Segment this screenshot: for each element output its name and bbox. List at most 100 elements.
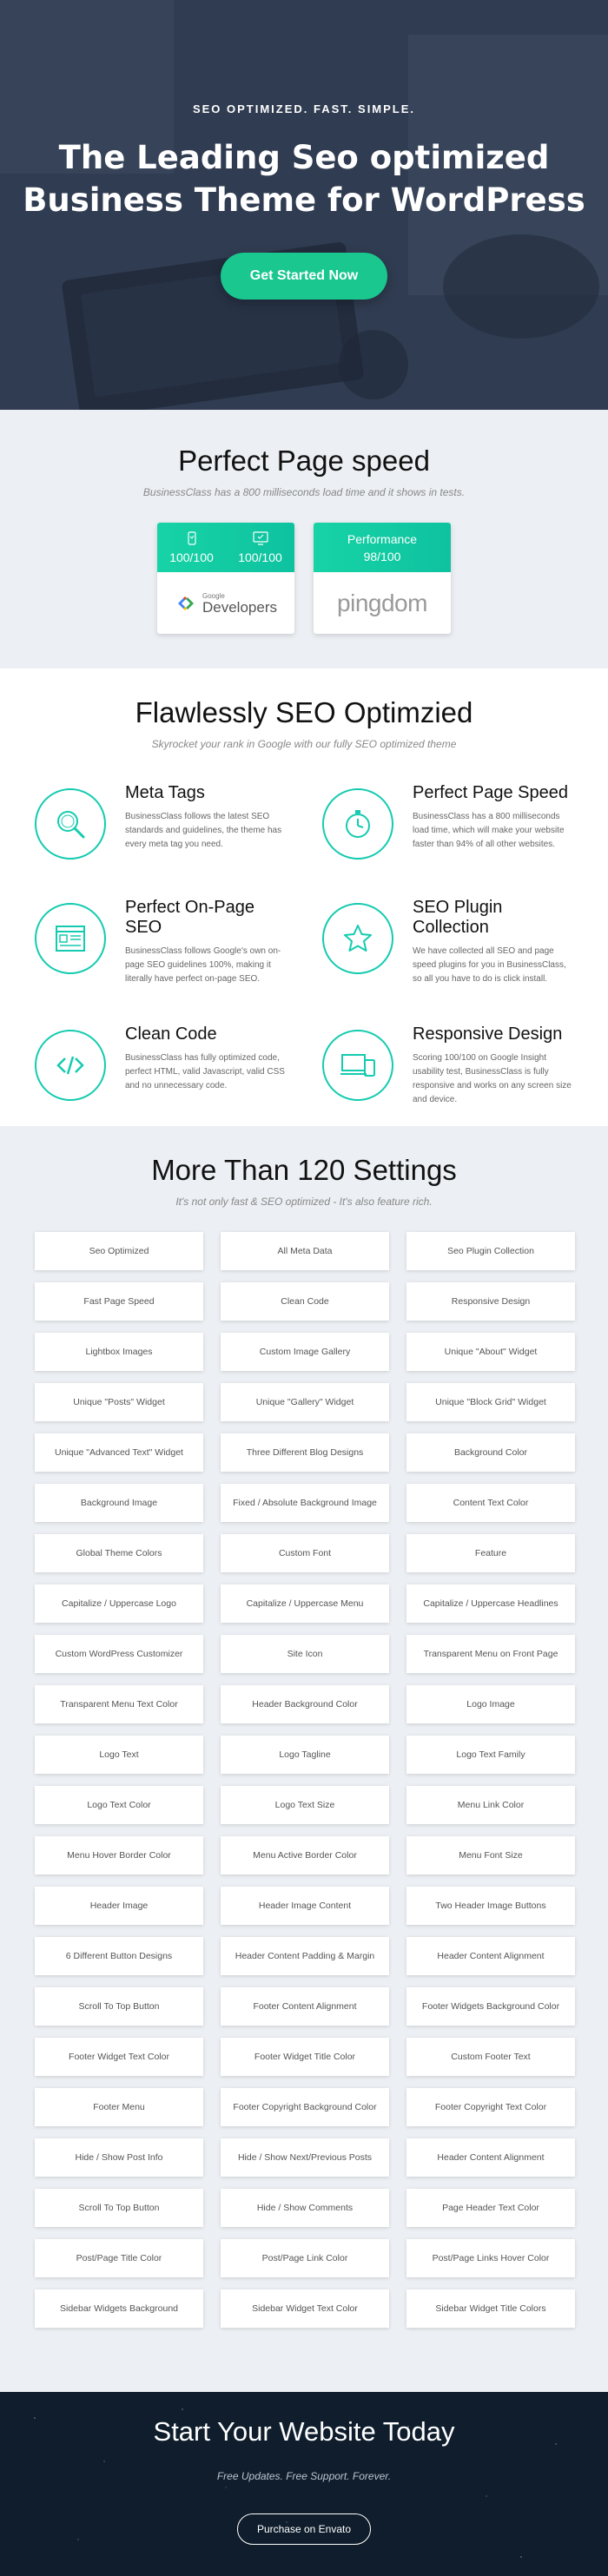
setting-item: Unique "Posts" Widget xyxy=(35,1383,203,1421)
settings-section: More Than 120 Settings It's not only fas… xyxy=(0,1126,608,2392)
search-icon xyxy=(35,788,106,860)
mobile-phone-icon xyxy=(187,530,196,549)
setting-item: Clean Code xyxy=(221,1282,389,1321)
setting-item: Fixed / Absolute Background Image xyxy=(221,1484,389,1522)
setting-item: Footer Content Alignment xyxy=(221,1987,389,2026)
mobile-score: 100/100 xyxy=(157,530,226,564)
setting-item: Post/Page Links Hover Color xyxy=(406,2239,575,2277)
page-speed-title: Perfect Page speed xyxy=(178,445,430,477)
setting-item: Site Icon xyxy=(221,1635,389,1673)
setting-item: Footer Widget Title Color xyxy=(221,2038,389,2076)
setting-item: Unique "Gallery" Widget xyxy=(221,1383,389,1421)
settings-title: More Than 120 Settings xyxy=(151,1154,457,1186)
setting-item: Custom Footer Text xyxy=(406,2038,575,2076)
google-developers-icon xyxy=(178,596,194,610)
setting-item: Footer Widgets Background Color xyxy=(406,1987,575,2026)
hero-eyebrow: SEO OPTIMIZED. FAST. SIMPLE. xyxy=(192,102,416,115)
feature-title: Clean Code xyxy=(125,1024,217,1044)
setting-item: Menu Font Size xyxy=(406,1836,575,1874)
setting-item: Responsive Design xyxy=(406,1282,575,1321)
setting-item: Logo Text Color xyxy=(35,1786,203,1824)
code-icon xyxy=(35,1030,106,1101)
setting-item: Transparent Menu Text Color xyxy=(35,1685,203,1723)
start-title: Start Your Website Today xyxy=(153,2416,455,2447)
setting-item: Header Image Content xyxy=(221,1887,389,1925)
setting-item: Footer Copyright Background Color xyxy=(221,2088,389,2126)
setting-item: Menu Hover Border Color xyxy=(35,1836,203,1874)
setting-item: Scroll To Top Button xyxy=(35,2189,203,2227)
setting-item: All Meta Data xyxy=(221,1232,389,1270)
start-website-section: Start Your Website Today Free Updates. F… xyxy=(0,2392,608,2576)
setting-item: Custom Font xyxy=(221,1534,389,1572)
setting-item: Header Content Padding & Margin xyxy=(221,1937,389,1975)
setting-item: Logo Text Size xyxy=(221,1786,389,1824)
setting-item: Sidebar Widgets Background xyxy=(35,2289,203,2328)
setting-item: Global Theme Colors xyxy=(35,1534,203,1572)
feature-text: BusinessClass has a 800 milliseconds loa… xyxy=(413,812,565,849)
page-speed-subtitle: BusinessClass has a 800 milliseconds loa… xyxy=(142,486,466,498)
setting-item: Lightbox Images xyxy=(35,1333,203,1371)
feature-text: We have collected all SEO and page speed… xyxy=(413,946,566,984)
devices-icon xyxy=(322,1030,393,1101)
setting-item: Unique "Advanced Text" Widget xyxy=(35,1433,203,1472)
pingdom-logo: pingdom xyxy=(337,589,427,616)
google-developers-logo: Google Developers xyxy=(175,592,277,615)
mobile-score-value: 100/100 xyxy=(169,550,214,564)
setting-item: Footer Menu xyxy=(35,2088,203,2126)
hero-title: The Leading Seo optimized Business Theme… xyxy=(0,136,608,221)
seo-title: Flawlessly SEO Optimzied xyxy=(135,696,473,728)
hero-section: SEO OPTIMIZED. FAST. SIMPLE. The Leading… xyxy=(0,0,608,410)
setting-item: Hide / Show Post Info xyxy=(35,2138,203,2177)
developers-brand: Developers xyxy=(202,598,277,616)
setting-item: Unique "Block Grid" Widget xyxy=(406,1383,575,1421)
setting-item: Sidebar Widget Title Colors xyxy=(406,2289,575,2328)
setting-item: Post/Page Link Color xyxy=(221,2239,389,2277)
feature-responsive-design: Responsive Design Scoring 100/100 on Goo… xyxy=(322,1024,575,1107)
setting-item: Menu Link Color xyxy=(406,1786,575,1824)
setting-item: Two Header Image Buttons xyxy=(406,1887,575,1925)
setting-item: Custom Image Gallery xyxy=(221,1333,389,1371)
hero-title-line-2: Business Theme for WordPress xyxy=(23,181,585,219)
page-speed-section: Perfect Page speed BusinessClass has a 8… xyxy=(0,410,608,669)
setting-item: Background Color xyxy=(406,1433,575,1472)
stopwatch-icon xyxy=(322,788,393,860)
setting-item: Background Image xyxy=(35,1484,203,1522)
setting-item: Logo Text Family xyxy=(406,1736,575,1774)
setting-item: Hide / Show Comments xyxy=(221,2189,389,2227)
feature-clean-code: Clean Code BusinessClass has fully optim… xyxy=(35,1024,287,1107)
feature-text: BusinessClass has fully optimized code, … xyxy=(125,1053,285,1090)
setting-item: Hide / Show Next/Previous Posts xyxy=(221,2138,389,2177)
setting-item: Header Background Color xyxy=(221,1685,389,1723)
setting-item: Logo Image xyxy=(406,1685,575,1723)
setting-item: Three Different Blog Designs xyxy=(221,1433,389,1472)
setting-item: 6 Different Button Designs xyxy=(35,1937,203,1975)
webpage-layout-icon xyxy=(35,903,106,974)
feature-page-speed: Perfect Page Speed BusinessClass has a 8… xyxy=(322,783,575,860)
settings-grid: Seo Optimized All Meta Data Seo Plugin Col… xyxy=(0,1208,608,2328)
setting-item: Capitalize / Uppercase Logo xyxy=(35,1584,203,1623)
performance-score: 98/100 xyxy=(363,549,401,563)
feature-title: Meta Tags xyxy=(125,783,205,802)
setting-item: Capitalize / Uppercase Menu xyxy=(221,1584,389,1623)
feature-text: BusinessClass follows the latest SEO sta… xyxy=(125,812,282,849)
setting-item: Page Header Text Color xyxy=(406,2189,575,2227)
performance-label: Performance xyxy=(347,531,418,546)
desktop-monitor-icon xyxy=(252,530,268,549)
setting-item: Feature xyxy=(406,1534,575,1572)
feature-text: Scoring 100/100 on Google Insight usabil… xyxy=(413,1053,572,1104)
setting-item: Scroll To Top Button xyxy=(35,1987,203,2026)
purchase-on-envato-button[interactable]: Purchase on Envato xyxy=(236,2513,372,2545)
setting-item: Header Content Alignment xyxy=(406,2138,575,2177)
feature-on-page-seo: Perfect On-Page SEO BusinessClass follow… xyxy=(35,898,287,986)
feature-title: Perfect On-Page SEO xyxy=(125,898,254,937)
setting-item: Header Image xyxy=(35,1887,203,1925)
setting-item: Content Text Color xyxy=(406,1484,575,1522)
start-subtitle: Free Updates. Free Support. Forever. xyxy=(216,2470,392,2482)
feature-title: SEO Plugin Collection xyxy=(413,898,503,937)
feature-title: Perfect Page Speed xyxy=(413,783,569,802)
setting-item: Unique "About" Widget xyxy=(406,1333,575,1371)
setting-item: Footer Widget Text Color xyxy=(35,2038,203,2076)
get-started-button[interactable]: Get Started Now xyxy=(220,253,388,300)
setting-item: Seo Plugin Collection xyxy=(406,1232,575,1270)
settings-subtitle: It's not only fast & SEO optimized - It'… xyxy=(175,1196,433,1208)
